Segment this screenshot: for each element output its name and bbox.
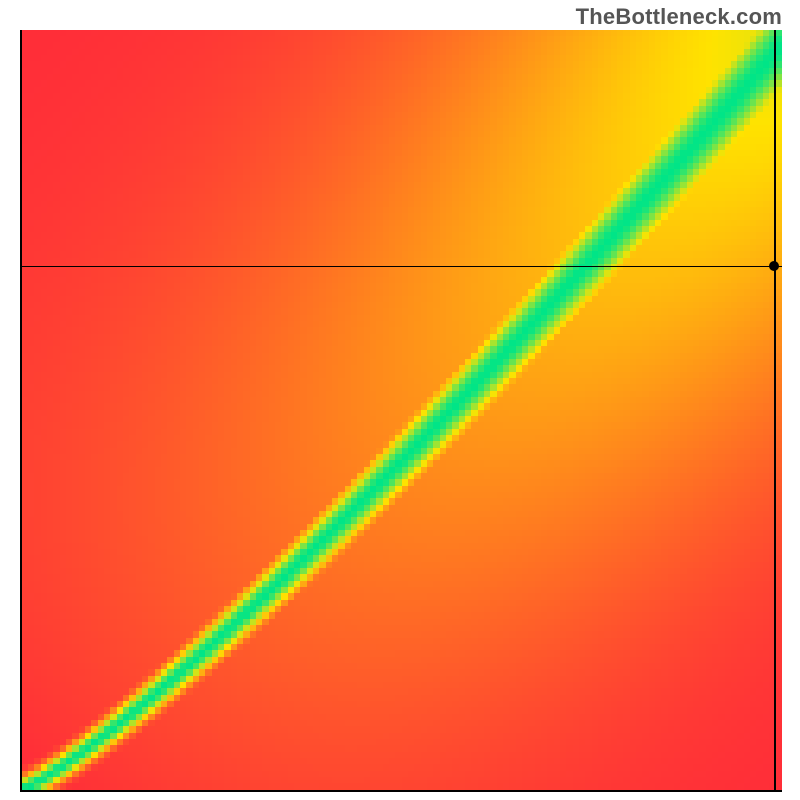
chart-stage: TheBottleneck.com [0,0,800,800]
crosshair-horizontal [22,266,782,267]
heatmap-canvas [22,30,782,790]
plot-area [20,30,782,792]
selection-marker [769,261,779,271]
watermark-text: TheBottleneck.com [576,4,782,30]
crosshair-vertical [774,30,775,790]
